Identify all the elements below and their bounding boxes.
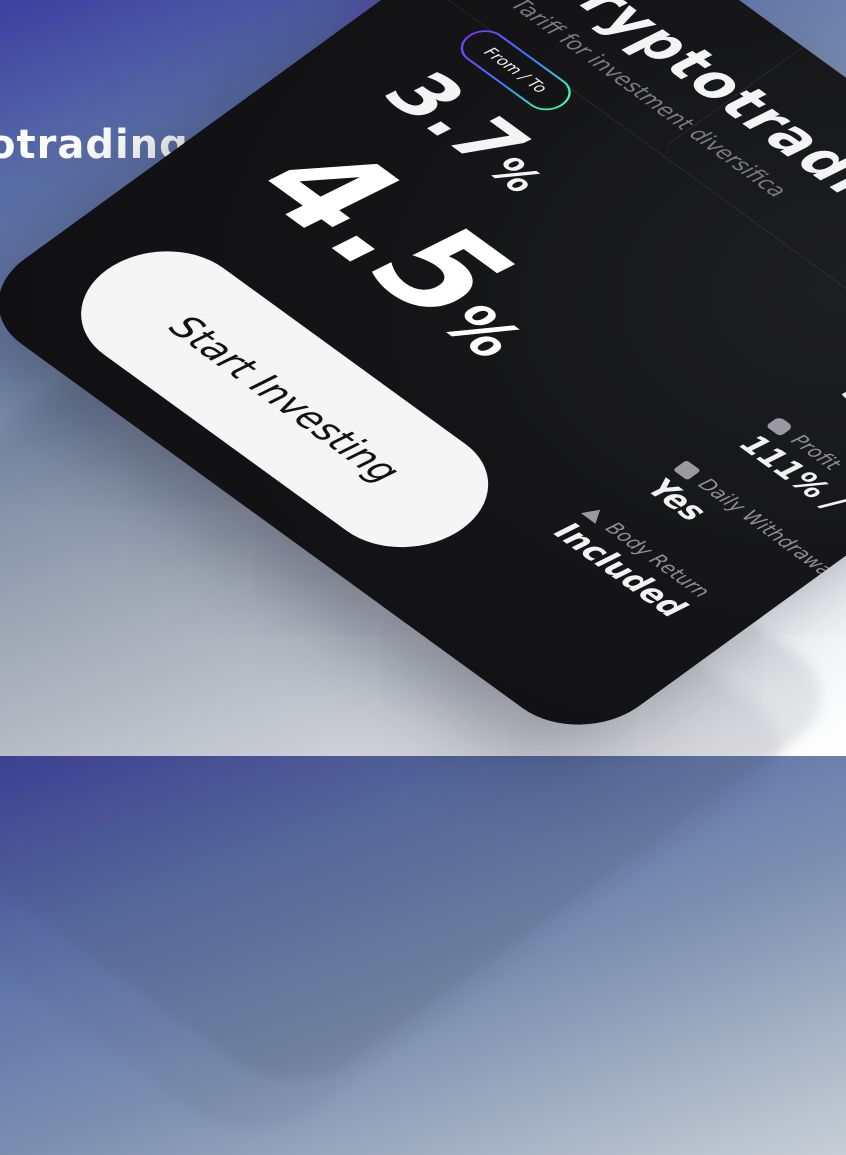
bag-icon xyxy=(765,416,794,437)
stat-partial-value: 3. xyxy=(834,377,846,419)
stat-partial: 3. xyxy=(834,377,846,419)
wallet-icon xyxy=(672,459,701,481)
arrow-up-icon xyxy=(580,504,608,524)
